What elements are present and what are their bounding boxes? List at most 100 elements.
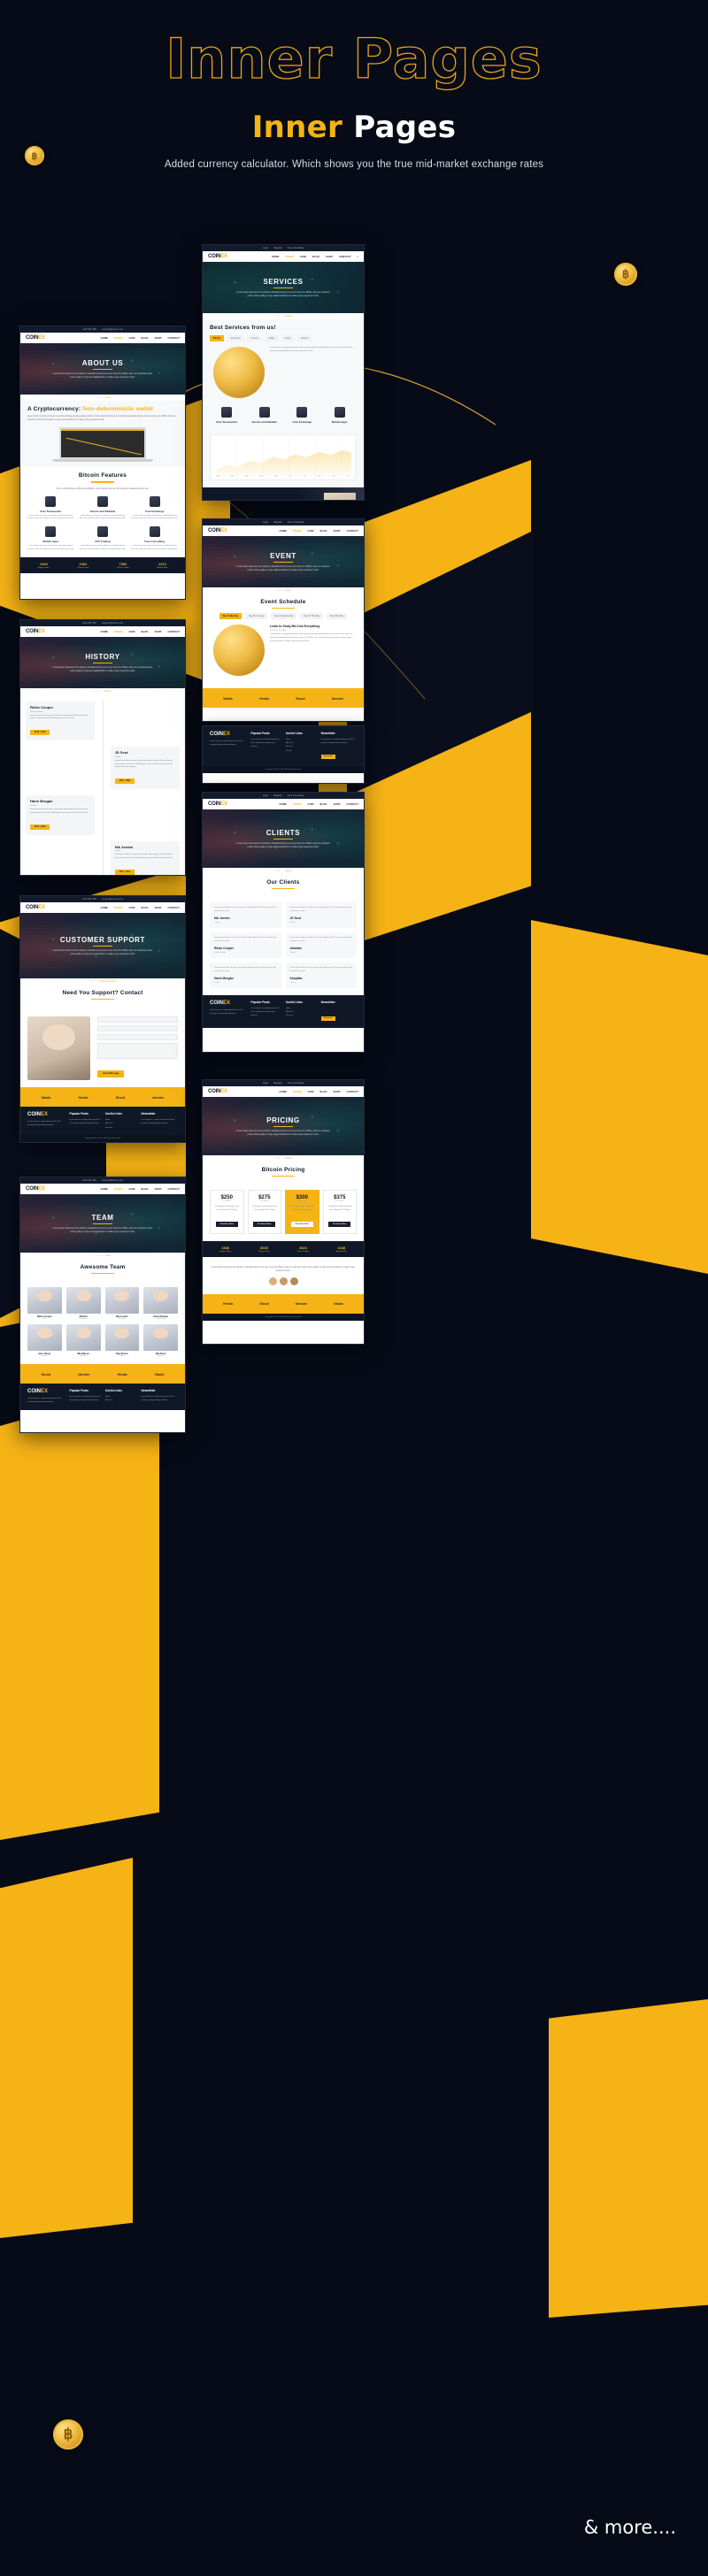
site-logo[interactable]: COINEX: [208, 528, 227, 533]
pricing-plan[interactable]: $275 Per Month 10 GB Space 20 Email Accoun…: [247, 1190, 281, 1234]
breadcrumb-home[interactable]: Home: [274, 315, 281, 318]
nav-item-pages[interactable]: PAGES: [114, 336, 123, 340]
nav-item-pages[interactable]: PAGES: [114, 906, 123, 909]
search-icon[interactable]: ⌕: [357, 255, 358, 258]
nav-item-blog[interactable]: BLOG: [320, 1090, 327, 1093]
footer-logo[interactable]: COINEX: [27, 1112, 64, 1117]
timeline-card[interactable]: Haris Morgan CoinEx Lorem ipsum dolor sit …: [26, 795, 96, 835]
site-navbar[interactable]: COINEX HOME PAGES COIN BLOG SHOP CONTACT: [203, 799, 364, 809]
nav-item-pages[interactable]: PAGES: [114, 1187, 123, 1191]
mockup-card-clients[interactable]: Login Register Free Consulting COINEX HO…: [202, 792, 365, 1053]
footer-logo[interactable]: COINEX: [27, 1389, 64, 1394]
footer-link[interactable]: Contact: [286, 749, 316, 753]
team-member[interactable]: Ella Rose Advisor: [143, 1324, 178, 1357]
topbar-consulting[interactable]: Free Consulting: [288, 521, 304, 524]
tab-day-01[interactable]: Day 01 Monday: [219, 613, 242, 620]
team-member[interactable]: JD Scot Developer: [65, 1287, 101, 1320]
site-logo[interactable]: COINEX: [26, 905, 45, 910]
breadcrumb-home[interactable]: Home: [94, 690, 100, 693]
nav-links[interactable]: HOME PAGES COIN BLOG SHOP CONTACT: [101, 336, 181, 340]
mockup-card-history[interactable]: +012 345 789 support@coinex.com COINEX H…: [19, 619, 186, 876]
nav-item-shop[interactable]: SHOP: [334, 802, 341, 806]
nav-item-shop[interactable]: SHOP: [155, 1187, 162, 1191]
mockup-card-team[interactable]: +012 345 789 support@coinex.com COINEX H…: [19, 1177, 186, 1433]
event-item[interactable]: Learn to Study Bit-Coin Everything 9:00 …: [210, 625, 357, 683]
timeline-card[interactable]: Rinks Cooper Web Developer Lorem ipsum dol…: [26, 702, 96, 741]
nav-item-home[interactable]: HOME: [280, 802, 287, 806]
topbar-login[interactable]: Login: [263, 247, 268, 249]
nav-item-blog[interactable]: BLOG: [142, 630, 149, 633]
mockup-card-support[interactable]: +012 345 789 support@coinex.com COINEX H…: [19, 895, 186, 1143]
tab-monero[interactable]: Monero: [297, 335, 312, 341]
feature-item[interactable]: 24/7 Trading Lorem Ipsum has been the ind…: [80, 526, 127, 552]
tab-day-05[interactable]: Day 05 Friday: [327, 613, 348, 620]
newsletter-subscribe-button[interactable]: Subscribe: [320, 754, 335, 759]
nav-item-blog[interactable]: BLOG: [142, 336, 149, 340]
nav-item-contact[interactable]: CONTACT: [339, 255, 350, 258]
team-member[interactable]: Haris Morgan Marketing: [143, 1287, 178, 1320]
nav-item-home[interactable]: HOME: [272, 255, 279, 258]
nav-item-contact[interactable]: CONTACT: [168, 630, 180, 633]
feature-item[interactable]: Fast Transaction: [210, 407, 244, 424]
site-navbar[interactable]: COINEX HOME PAGES COIN BLOG SHOP CONTACT: [20, 333, 185, 343]
avatar[interactable]: [289, 1276, 298, 1285]
nav-item-coin[interactable]: COIN: [308, 529, 314, 533]
nav-item-coin[interactable]: COIN: [308, 1090, 314, 1093]
topbar-consulting[interactable]: Free Consulting: [288, 1082, 304, 1085]
nav-item-pages[interactable]: PAGES: [293, 1090, 302, 1093]
nav-links[interactable]: HOME PAGES COIN BLOG SHOP CONTACT: [280, 529, 359, 533]
send-message-button[interactable]: Send Message: [97, 1070, 125, 1077]
topbar-login[interactable]: Login: [263, 1082, 268, 1085]
client-testimonial[interactable]: Lorem ipsum dolor sit amet, consectetur …: [285, 962, 357, 989]
nav-item-contact[interactable]: CONTACT: [347, 1090, 358, 1093]
nav-item-coin[interactable]: COIN: [129, 906, 135, 909]
mockup-card-event-footer[interactable]: COINEX Lorem Ipsum is simply dummy text …: [202, 725, 365, 784]
feature-item[interactable]: Coin Exchange Lorem Ipsum has been the in…: [131, 495, 178, 522]
tab-litecoin[interactable]: Litecoin: [247, 335, 262, 341]
feature-item[interactable]: Coin Exchange: [285, 407, 319, 424]
breadcrumb-home[interactable]: Home: [88, 980, 95, 983]
avatar[interactable]: [279, 1276, 288, 1285]
site-navbar[interactable]: COINEX HOME PAGES COIN BLOG SHOP CONTACT: [20, 626, 185, 637]
nav-item-contact[interactable]: CONTACT: [168, 906, 180, 909]
footer-link[interactable]: About Us: [105, 1399, 136, 1402]
feature-item[interactable]: Mobile Apps: [323, 407, 358, 424]
site-logo[interactable]: COINEX: [26, 629, 45, 634]
nav-item-shop[interactable]: SHOP: [155, 630, 162, 633]
nav-links[interactable]: HOME PAGES COIN BLOG SHOP CONTACT: [101, 906, 181, 909]
pricing-plan-featured[interactable]: $300 Per Month 25 GB Space 50 Email Accoun…: [285, 1190, 319, 1234]
team-member[interactable]: Dan Brown Analyst: [104, 1324, 140, 1357]
nav-item-contact[interactable]: CONTACT: [347, 529, 358, 533]
nav-item-home[interactable]: HOME: [101, 1187, 108, 1191]
breadcrumb-home[interactable]: Home: [275, 589, 281, 592]
site-navbar[interactable]: COINEX HOME PAGES COIN BLOG SHOP CONTACT…: [203, 251, 364, 262]
client-testimonial[interactable]: Lorem ipsum dolor sit amet, consectetur …: [210, 932, 281, 959]
purchase-button[interactable]: Purchase Now: [215, 1221, 238, 1227]
nav-item-shop[interactable]: SHOP: [155, 906, 162, 909]
purchase-button[interactable]: Purchase Now: [290, 1221, 313, 1227]
topbar-register[interactable]: Register: [273, 1082, 282, 1085]
client-testimonial[interactable]: Lorem ipsum dolor sit amet, consectetur …: [210, 902, 281, 929]
timeline-card[interactable]: JD Scot CoinEx Lorem ipsum dolor sit amet,…: [110, 747, 180, 790]
nav-item-coin[interactable]: COIN: [308, 802, 314, 806]
nav-item-shop[interactable]: SHOP: [334, 529, 341, 533]
contact-form[interactable]: Send Message: [97, 1016, 178, 1080]
site-logo[interactable]: COINEX: [26, 335, 45, 341]
email-field[interactable]: [97, 1025, 178, 1032]
site-logo[interactable]: COINEX: [208, 254, 227, 259]
client-testimonial[interactable]: Lorem ipsum dolor sit amet, consectetur …: [285, 932, 357, 959]
message-field[interactable]: [97, 1043, 178, 1060]
site-navbar[interactable]: COINEX HOME PAGES COIN BLOG SHOP CONTACT: [203, 525, 364, 536]
nav-item-shop[interactable]: SHOP: [334, 1090, 341, 1093]
nav-item-home[interactable]: HOME: [101, 630, 108, 633]
pricing-plan[interactable]: $250 Per Month 5 GB Space 10 Email Account…: [210, 1190, 244, 1234]
nav-item-blog[interactable]: BLOG: [142, 1187, 149, 1191]
breadcrumb-home[interactable]: Home: [95, 1254, 101, 1257]
nav-item-coin[interactable]: COIN: [129, 630, 135, 633]
purchase-button[interactable]: Purchase Now: [328, 1221, 351, 1227]
nav-item-home[interactable]: HOME: [101, 906, 108, 909]
footer-link[interactable]: Services: [286, 1014, 316, 1017]
tab-ripple[interactable]: Ripple: [265, 335, 279, 341]
site-logo[interactable]: COINEX: [26, 1186, 45, 1192]
breadcrumb-home[interactable]: Home: [274, 1157, 281, 1160]
